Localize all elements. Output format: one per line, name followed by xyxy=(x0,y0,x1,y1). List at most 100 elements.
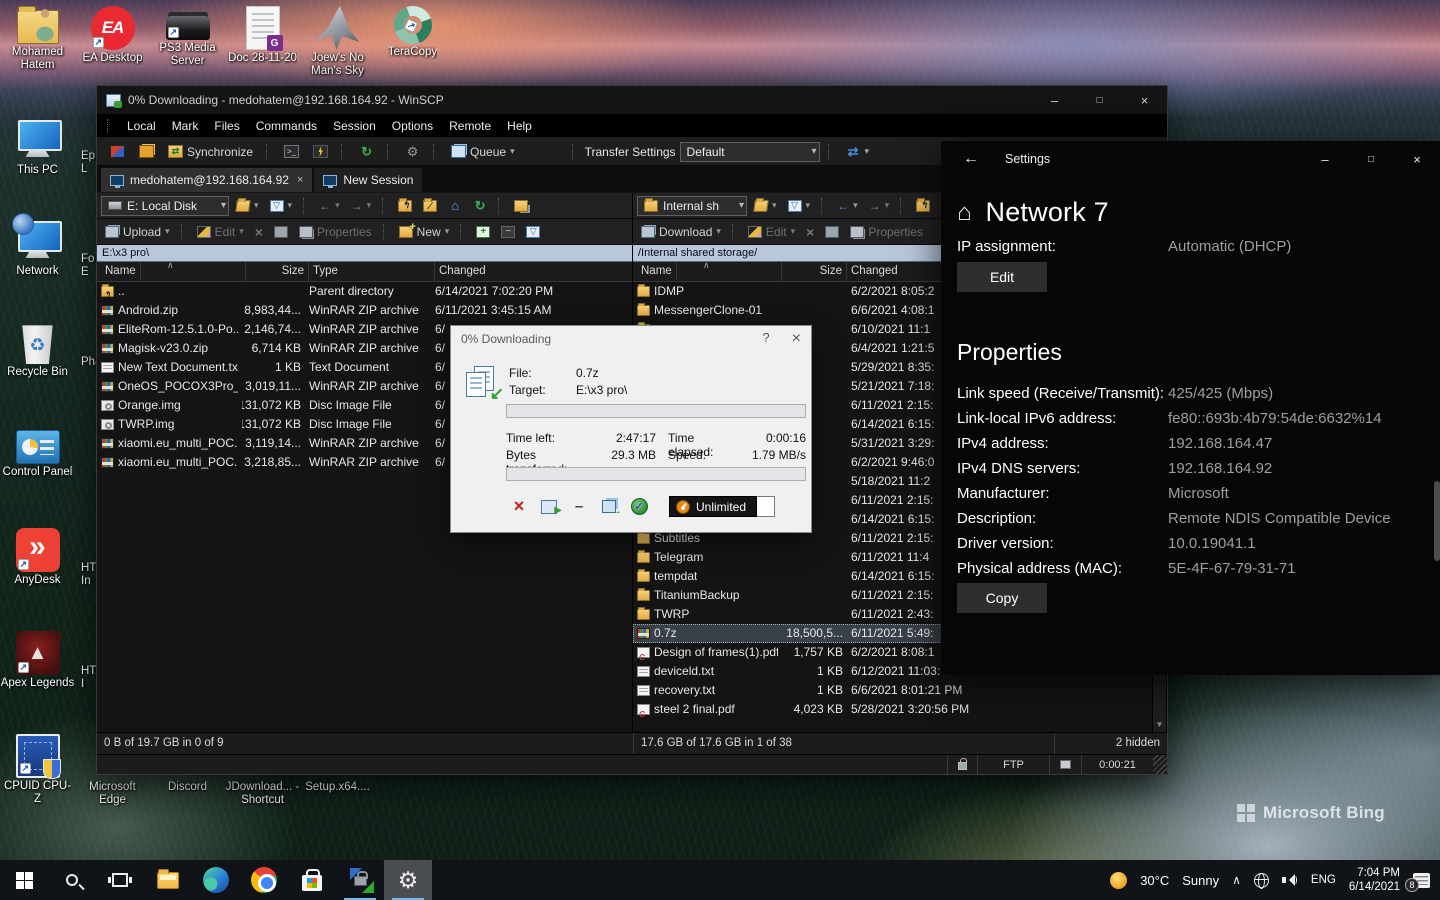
settings-taskbar-button[interactable] xyxy=(384,860,432,900)
column-name[interactable]: Name xyxy=(97,262,246,281)
open-directory-button[interactable] xyxy=(750,198,781,214)
transfer-settings-button[interactable] xyxy=(599,498,619,516)
lock-indicator[interactable] xyxy=(947,755,977,774)
menu-item[interactable]: Options xyxy=(384,116,441,136)
start-button[interactable] xyxy=(0,860,48,900)
local-path-bar[interactable]: E:\x3 pro\ xyxy=(97,245,632,262)
file-row[interactable]: Android.zip8,983,44...WinRAR ZIP archive… xyxy=(97,301,632,320)
desktop-icon-recycle[interactable]: Recycle Bin xyxy=(0,322,75,425)
search-button[interactable] xyxy=(48,860,96,900)
refresh-panel-button[interactable] xyxy=(469,198,491,214)
edit-button[interactable]: Edit xyxy=(193,223,248,241)
tray-overflow-chevron[interactable] xyxy=(1232,873,1241,887)
new-button[interactable]: New xyxy=(395,223,454,241)
weather-condition[interactable]: Sunny xyxy=(1182,873,1219,888)
refresh-button[interactable] xyxy=(354,142,379,161)
settings-scrollbar-thumb[interactable] xyxy=(1434,481,1440,561)
winscp-titlebar[interactable]: 0% Downloading - medohatem@192.168.164.9… xyxy=(97,86,1167,114)
menu-item[interactable]: Session xyxy=(325,116,384,136)
weather-sun-icon[interactable] xyxy=(1110,872,1127,889)
help-button[interactable] xyxy=(762,330,769,348)
network-globe-icon[interactable] xyxy=(1254,873,1269,888)
commands-button[interactable] xyxy=(308,142,333,161)
close-button[interactable] xyxy=(1122,86,1167,114)
upload-button[interactable]: Upload xyxy=(101,223,174,241)
task-view-button[interactable] xyxy=(96,860,144,900)
file-explorer-button[interactable] xyxy=(144,860,192,900)
minimize-dialog-button[interactable]: – xyxy=(569,498,589,516)
properties-button[interactable]: Properties xyxy=(846,223,927,241)
desktop-icon-ps3[interactable]: PS3 Media Server xyxy=(150,6,225,86)
language-indicator[interactable]: ENG xyxy=(1311,874,1336,886)
column-name[interactable]: Name xyxy=(633,262,782,281)
queue-button[interactable]: Queue xyxy=(446,142,520,162)
forward-button[interactable] xyxy=(347,197,376,215)
weather-temperature[interactable]: 30°C xyxy=(1140,873,1169,888)
properties-button[interactable]: Properties xyxy=(295,223,376,241)
desktop-icon-cpuz[interactable]: CPUID CPU-Z xyxy=(0,734,75,837)
maximize-button[interactable] xyxy=(1077,86,1122,114)
protocol-indicator[interactable]: FTP xyxy=(977,755,1049,774)
filter-button[interactable] xyxy=(266,198,297,214)
home-directory-button[interactable] xyxy=(444,198,466,214)
desktop-icon-user-folder[interactable]: Mohamed Hatem xyxy=(0,6,75,86)
commander-view-button[interactable] xyxy=(105,142,130,161)
open-directory-button[interactable] xyxy=(232,198,263,214)
menu-item[interactable]: Remote xyxy=(441,116,499,136)
delete-button[interactable] xyxy=(251,222,267,242)
delete-button[interactable] xyxy=(802,222,818,242)
remote-drive-combo[interactable]: Internal sh xyxy=(637,196,747,216)
desktop-icon-anydesk[interactable]: AnyDesk xyxy=(0,528,75,631)
desktop-icon-apex[interactable]: Apex Legends xyxy=(0,631,75,734)
menu-item[interactable]: Help xyxy=(499,116,540,136)
clock[interactable]: 7:04 PM 6/14/2021 xyxy=(1349,866,1400,894)
desktop-icon-gdoc[interactable]: Doc 28-11-20 xyxy=(225,6,300,86)
notification-center-icon[interactable]: 8 xyxy=(1413,873,1430,888)
edit-ip-button[interactable]: Edit xyxy=(957,262,1047,292)
microsoft-store-button[interactable] xyxy=(288,860,336,900)
dialog-titlebar[interactable]: 0% Downloading xyxy=(451,326,811,352)
settings-titlebar[interactable]: Settings xyxy=(941,141,1440,177)
maximize-button[interactable] xyxy=(1348,141,1394,177)
menu-item[interactable]: Files xyxy=(206,116,247,136)
console-button[interactable] xyxy=(279,142,304,161)
local-drive-combo[interactable]: E: Local Disk xyxy=(101,196,229,216)
speaker-icon[interactable] xyxy=(1282,873,1298,887)
menu-item[interactable]: Commands xyxy=(248,116,325,136)
close-tab-icon[interactable] xyxy=(297,174,303,186)
desktop-icon-ea[interactable]: EA Desktop xyxy=(75,6,150,86)
back-button[interactable] xyxy=(315,197,344,215)
speed-limit-combo[interactable]: Unlimited xyxy=(669,496,775,517)
rename-button[interactable] xyxy=(821,224,843,240)
back-button[interactable] xyxy=(833,197,862,215)
edge-button[interactable] xyxy=(192,860,240,900)
rename-button[interactable] xyxy=(270,224,292,240)
transfer-options-button[interactable] xyxy=(841,142,875,161)
select-button[interactable]: + xyxy=(472,224,494,240)
minimize-button[interactable] xyxy=(1302,141,1348,177)
minimize-button[interactable] xyxy=(1032,86,1077,114)
desktop-icon-teracopy[interactable]: TeraCopy xyxy=(375,6,450,86)
new-session-tab[interactable]: New Session xyxy=(314,168,422,192)
copy-properties-button[interactable]: Copy xyxy=(957,583,1047,613)
root-directory-button[interactable] xyxy=(419,198,441,214)
file-row[interactable]: ..Parent directory6/14/2021 7:02:20 PM xyxy=(97,282,632,301)
winscp-taskbar-button[interactable] xyxy=(336,860,384,900)
desktop-icon-controlpanel[interactable]: Control Panel xyxy=(0,425,75,528)
close-button[interactable] xyxy=(1394,141,1440,177)
unselect-button[interactable]: − xyxy=(497,224,519,240)
tree-button[interactable] xyxy=(510,198,532,214)
menu-item[interactable]: Local xyxy=(119,116,164,136)
file-row[interactable]: steel 2 final.pdf4,023 KB5/28/2021 3:20:… xyxy=(633,700,1152,719)
parent-directory-button[interactable] xyxy=(394,198,416,214)
skip-file-button[interactable] xyxy=(539,498,559,516)
forward-button[interactable] xyxy=(865,197,894,215)
dialog-close-button[interactable] xyxy=(792,330,801,348)
terminal-indicator[interactable] xyxy=(1049,755,1081,774)
scroll-down-icon[interactable]: ▼ xyxy=(1156,718,1164,732)
column-changed[interactable]: Changed xyxy=(435,262,632,281)
desktop-icon-ship[interactable]: Joew's No Man's Sky xyxy=(300,6,375,86)
synchronize-button[interactable]: Synchronize xyxy=(163,142,258,162)
edit-button[interactable]: Edit xyxy=(744,223,799,241)
transfer-ok-button[interactable] xyxy=(629,498,649,516)
